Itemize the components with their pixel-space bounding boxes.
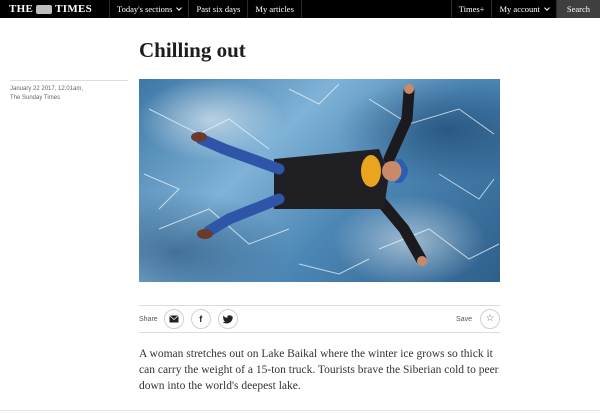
top-navigation-bar: THE TIMES Today's sections Past six days… <box>0 0 600 18</box>
twitter-icon <box>222 314 233 323</box>
star-icon: ☆ <box>485 313 495 324</box>
search-button[interactable]: Search <box>556 0 600 18</box>
article-caption: A woman stretches out on Lake Baikal whe… <box>139 348 499 392</box>
nav-my-account-label: My account <box>499 4 540 14</box>
save-group: Save ☆ <box>456 309 500 329</box>
nav-spacer <box>302 0 452 18</box>
chevron-down-icon <box>176 4 183 11</box>
share-label: Share <box>139 315 158 323</box>
email-icon <box>168 315 179 323</box>
nav-my-account[interactable]: My account <box>492 0 557 18</box>
nav-times-plus[interactable]: Times+ <box>452 0 493 18</box>
hero-image <box>139 79 500 282</box>
bottom-divider <box>0 410 600 411</box>
logo-text-the: THE <box>9 3 34 15</box>
facebook-share-button[interactable]: f <box>190 309 211 329</box>
crest-icon <box>36 4 53 14</box>
nav-times-plus-label: Times+ <box>458 4 485 14</box>
nav-my-articles-label: My articles <box>255 4 294 14</box>
search-label: Search <box>566 4 590 14</box>
nav-my-articles[interactable]: My articles <box>248 0 302 18</box>
save-button[interactable]: ☆ <box>480 309 500 329</box>
facebook-icon: f <box>199 314 203 324</box>
article-source: The Sunday Times <box>10 95 61 101</box>
save-label: Save <box>456 315 472 323</box>
nav-todays-sections[interactable]: Today's sections <box>110 0 190 18</box>
times-logo[interactable]: THE TIMES <box>0 0 110 18</box>
article-title: Chilling out <box>139 38 246 62</box>
email-share-button[interactable] <box>163 309 184 329</box>
logo-text-times: TIMES <box>55 3 93 15</box>
nav-todays-sections-label: Today's sections <box>117 4 173 14</box>
nav-past-six-days-label: Past six days <box>196 4 241 14</box>
share-bar: Share f Save ☆ <box>139 305 500 333</box>
chevron-down-icon <box>544 4 550 11</box>
twitter-share-button[interactable] <box>217 309 238 329</box>
ice-photo-illustration <box>143 83 500 275</box>
article-meta: January 22 2017, 12:01am, The Sunday Tim… <box>10 80 128 103</box>
nav-past-six-days[interactable]: Past six days <box>189 0 249 18</box>
article-date: January 22 2017, 12:01am, <box>10 86 84 92</box>
